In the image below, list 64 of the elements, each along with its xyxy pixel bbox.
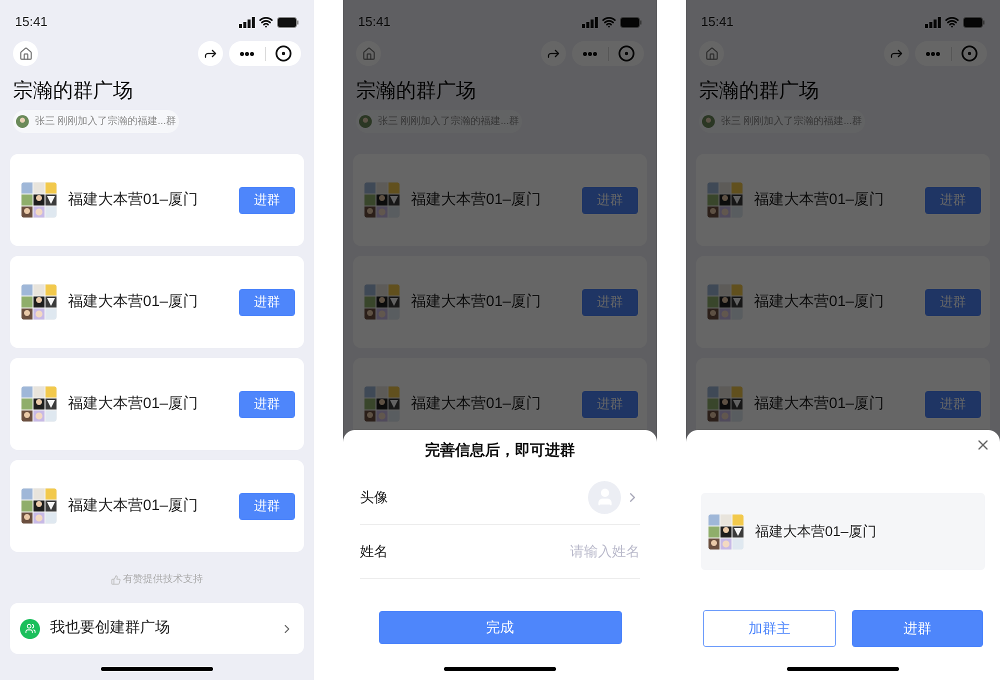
name-input[interactable]: 请输入姓名 bbox=[520, 540, 640, 562]
join-button[interactable]: 进群 bbox=[582, 288, 638, 316]
more-icon bbox=[926, 52, 940, 56]
done-button[interactable]: 完成 bbox=[378, 610, 622, 644]
home-button[interactable] bbox=[356, 41, 381, 66]
more-icon bbox=[240, 52, 254, 56]
battery-icon bbox=[277, 16, 299, 28]
group-name: 福建大本营01–厦门 bbox=[754, 394, 886, 414]
group-icon bbox=[20, 618, 40, 638]
home-icon bbox=[704, 46, 718, 60]
page-title: 宗瀚的群广场 bbox=[698, 79, 820, 104]
join-button[interactable]: 进群 bbox=[925, 390, 981, 418]
wifi-icon bbox=[602, 15, 616, 29]
user-avatar-icon bbox=[16, 114, 29, 129]
page-title: 宗瀚的群广场 bbox=[355, 79, 477, 104]
target-icon bbox=[274, 45, 292, 62]
user-avatar-icon bbox=[359, 114, 372, 129]
field-label: 头像 bbox=[360, 488, 388, 506]
join-button[interactable]: 进群 bbox=[582, 186, 638, 214]
join-button[interactable]: 进群 bbox=[852, 610, 983, 647]
join-button[interactable]: 进群 bbox=[239, 186, 295, 214]
add-owner-button[interactable]: 加群主 bbox=[703, 610, 836, 647]
user-avatar-icon bbox=[702, 114, 715, 129]
target-icon bbox=[960, 45, 978, 62]
create-plaza-button[interactable]: 我也要创建群广场 bbox=[10, 603, 304, 654]
group-name: 福建大本营01–厦门 bbox=[755, 522, 876, 541]
group-name: 福建大本营01–厦门 bbox=[68, 496, 200, 516]
group-name: 福建大本营01–厦门 bbox=[68, 190, 200, 210]
group-name: 福建大本营01–厦门 bbox=[754, 292, 886, 312]
home-icon bbox=[18, 46, 32, 60]
status-time: 15:41 bbox=[15, 13, 48, 32]
status-time: 15:41 bbox=[701, 13, 734, 32]
thumbs-up-icon bbox=[111, 574, 121, 584]
notice-text: 张三 刚刚加入了宗瀚的福建...群 bbox=[34, 114, 176, 129]
home-icon bbox=[362, 46, 376, 60]
group-name: 福建大本营01–厦门 bbox=[754, 190, 886, 210]
join-button[interactable]: 进群 bbox=[239, 390, 295, 418]
field-label: 姓名 bbox=[360, 542, 388, 560]
group-name: 福建大本营01–厦门 bbox=[68, 394, 200, 414]
signal-icon bbox=[925, 16, 941, 28]
home-button[interactable] bbox=[699, 41, 724, 66]
join-button[interactable]: 进群 bbox=[925, 288, 981, 316]
signal-icon bbox=[239, 16, 255, 28]
wifi-icon bbox=[945, 15, 959, 29]
group-name: 福建大本营01–厦门 bbox=[68, 292, 200, 312]
signal-icon bbox=[582, 16, 598, 28]
status-time: 15:41 bbox=[358, 13, 391, 32]
share-button[interactable] bbox=[198, 41, 223, 66]
join-button[interactable]: 进群 bbox=[239, 492, 295, 520]
join-button[interactable]: 进群 bbox=[582, 390, 638, 418]
wifi-icon bbox=[259, 15, 273, 29]
support-text: 有赞提供技术支持 bbox=[123, 572, 203, 587]
battery-icon bbox=[620, 16, 642, 28]
join-button[interactable]: 进群 bbox=[239, 288, 295, 316]
join-button[interactable]: 进群 bbox=[925, 186, 981, 214]
more-icon bbox=[582, 52, 597, 56]
home-button[interactable] bbox=[13, 41, 38, 66]
group-name: 福建大本营01–厦门 bbox=[411, 394, 542, 414]
group-name: 福建大本营01–厦门 bbox=[411, 190, 542, 210]
sheet-title: 完善信息后，即可进群 bbox=[424, 440, 576, 461]
battery-icon bbox=[963, 16, 985, 28]
group-name: 福建大本营01–厦门 bbox=[411, 292, 542, 312]
page-title: 宗瀚的群广场 bbox=[12, 79, 134, 104]
target-icon bbox=[618, 45, 635, 62]
